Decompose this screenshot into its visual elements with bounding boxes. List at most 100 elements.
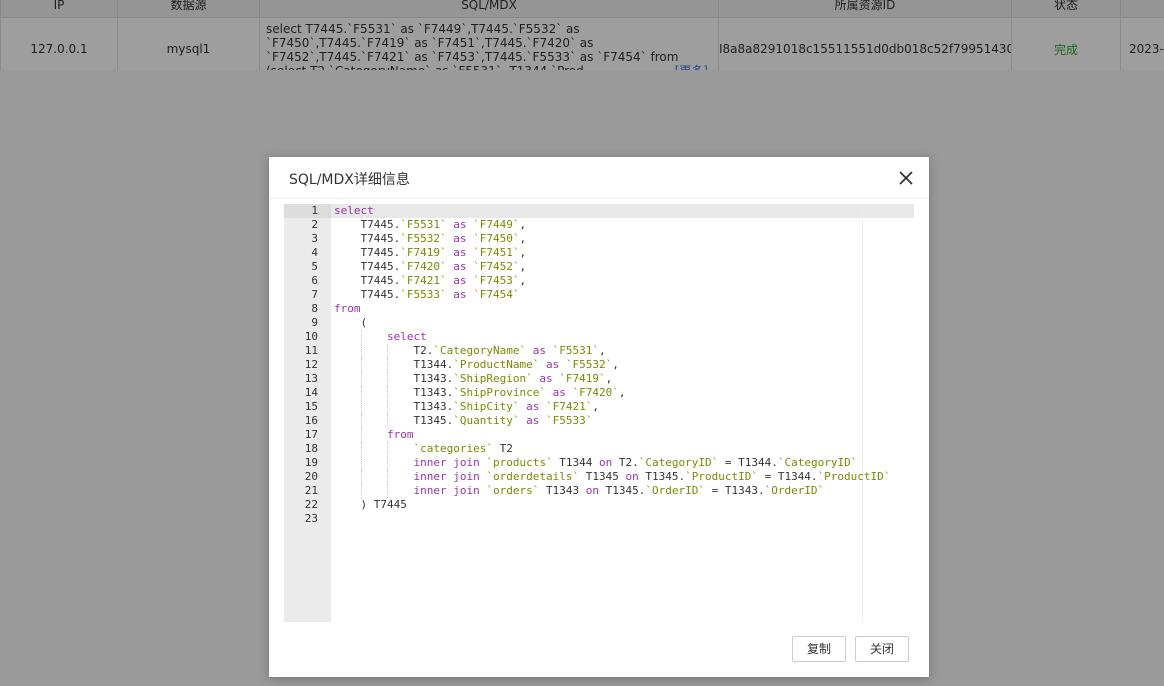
line-number: 15 [304,400,318,413]
line-number: 2 [311,218,318,231]
sql-identifier: `orderdetails` [486,470,580,483]
code-line: 20 inner join `orderdetails` T1345 on T13… [284,470,914,484]
indent-guide [360,400,362,414]
code-text: ) T7445 [361,498,407,512]
sql-identifier: `Quantity` [453,414,520,427]
sql-identifier: `categories` [413,442,494,455]
line-number: 3 [311,232,318,245]
sql-token: T1345. [413,414,454,427]
sql-keyword: as [453,246,467,259]
sql-identifier: `F7421` [546,400,593,413]
code-line: 10 select [284,330,914,344]
code-line: 17 from [284,428,914,442]
code-line: 7 T7445.`F5533` as `F7454` [284,288,914,302]
line-number: 14 [304,386,318,399]
sql-keyword: on [585,484,599,497]
sql-identifier: `F7449` [473,218,520,231]
code-line: 5 T7445.`F7420` as `F7452`, [284,260,914,274]
sql-token: T7445. [360,274,401,287]
sql-token: ) T7445 [360,498,407,511]
sql-token: T2 [493,442,513,455]
code-text: from [334,302,361,316]
indent-guide [360,372,362,386]
code-text: T1343.`ShipProvince` as `F7420`, [414,386,626,400]
sql-identifier: `F7452` [473,260,520,273]
sql-identifier: `products` [486,456,553,469]
indent-guide [387,442,389,456]
sql-identifier: `orders` [486,484,540,497]
indent-guide [360,414,362,428]
column-header-status: 状态 [1011,0,1121,18]
sql-token: T2. [413,344,434,357]
sql-token: = T1343. [704,484,765,497]
sql-keyword: from [387,428,414,441]
code-line: 16 T1345.`Quantity` as `F5533` [284,414,914,428]
code-line: 8 from [284,302,914,316]
code-text: inner join `products` T1344 on T2.`Categ… [414,456,858,470]
code-line: 2 T7445.`F5531` as `F7449`, [284,218,914,232]
sql-identifier: `ShipCity` [453,400,520,413]
code-editor[interactable]: 1 select 2 T7445.`F5531` as `F7449`, 3 T7445.… [284,204,914,622]
sql-identifier: `ProductID` [817,470,891,483]
sql-token: , [519,260,527,273]
code-line: 15 T1343.`ShipCity` as `F7421`, [284,400,914,414]
sql-token: , [618,386,626,399]
indent-guide [387,470,389,484]
code-line: 21 inner join `orders` T1343 on T1345.`Or… [284,484,914,498]
indent-guide [360,358,362,372]
sql-token: T7445. [360,246,401,259]
sql-identifier: `OrderID` [645,484,705,497]
close-button[interactable]: 关闭 [855,636,909,662]
indent-guide [360,442,362,456]
code-lines: 1 select 2 T7445.`F5531` as `F7449`, 3 T7445.… [284,204,914,526]
code-text: T1343.`ShipCity` as `F7421`, [414,400,599,414]
sql-keyword: as [453,260,467,273]
line-number: 13 [304,372,318,385]
line-number: 9 [311,316,318,329]
code-line: 14 T1343.`ShipProvince` as `F7420`, [284,386,914,400]
indent-guide [387,344,389,358]
sql-token: , [519,246,527,259]
indent-guide [387,372,389,386]
line-number: 11 [304,344,318,357]
sql-keyword: select [334,204,374,217]
code-line: 22) T7445 [284,498,914,512]
copy-button[interactable]: 复制 [792,636,846,662]
sql-keyword: inner join [413,456,480,469]
sql-keyword: as [453,274,467,287]
sql-identifier: `F5533` [400,288,447,301]
code-text: `categories` T2 [414,442,513,456]
sql-token: T1345. [599,484,646,497]
sql-keyword: as [526,414,540,427]
sql-token: , [605,372,613,385]
sql-keyword: as [532,344,547,357]
code-line: 23 [284,512,914,526]
sql-keyword: inner join [413,470,480,483]
sql-identifier: `ProductName` [453,358,540,371]
sql-token: , [599,344,606,357]
table-header-row: IP 数据源 SQL/MDX 所属资源ID 状态 [0,0,1164,18]
sql-identifier: `F7451` [473,246,520,259]
code-text: inner join `orders` T1343 on T1345.`Orde… [414,484,825,498]
sql-token: T1345 [579,470,626,483]
code-line: 12 T1344.`ProductName` as `F5532`, [284,358,914,372]
sql-token: T1343. [413,400,454,413]
sql-token: = T1344. [757,470,818,483]
sql-keyword: from [334,302,361,315]
sql-identifier: `F5533` [546,414,593,427]
sql-token: T7445. [360,232,401,245]
sql-identifier: `F5532` [565,358,613,371]
sql-keyword: on [625,470,639,483]
close-icon[interactable] [897,169,915,187]
line-number: 7 [311,288,318,301]
sql-token: , [592,400,600,413]
code-line: 19 inner join `products` T1344 on T2.`Cat… [284,456,914,470]
sql-keyword: as [546,358,560,371]
indent-guide [387,400,389,414]
code-text: T1345.`Quantity` as `F5533` [414,414,593,428]
indent-guide [387,414,389,428]
sql-identifier: `F5531` [552,344,599,357]
sql-keyword: on [599,456,613,469]
